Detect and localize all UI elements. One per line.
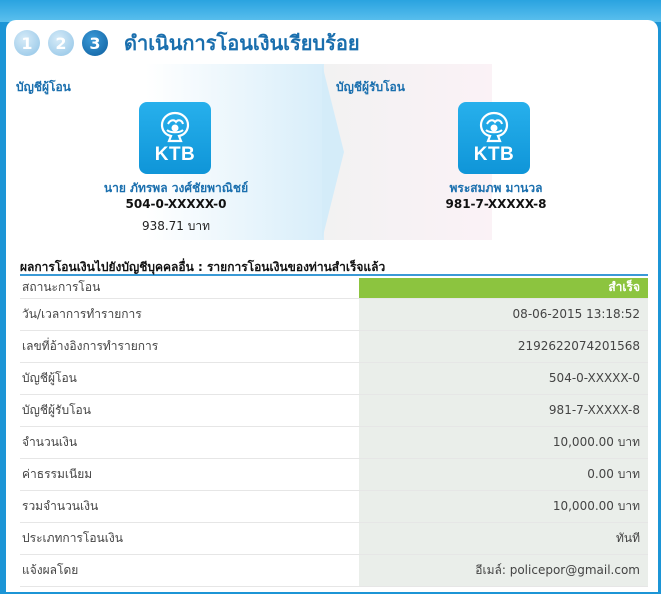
table-row: บัญชีผู้รับโอน 981-7-XXXXX-8 (20, 394, 648, 427)
sender-account: 504-0-XXXXX-0 (125, 197, 227, 211)
ktb-logo-icon: KTB (458, 102, 530, 174)
detail-label: บัญชีผู้โอน (20, 362, 359, 395)
sender-balance: 938.71 บาท (141, 219, 211, 233)
detail-label: เลขที่อ้างอิงการทำรายการ (20, 330, 359, 363)
detail-value: 0.00 บาท (359, 458, 648, 491)
detail-value: 10,000.00 บาท (359, 426, 648, 459)
table-row: เลขที่อ้างอิงการทำรายการ 219262207420156… (20, 330, 648, 363)
step-3: 3 (82, 30, 108, 56)
table-row: บัญชีผู้โอน 504-0-XXXXX-0 (20, 362, 648, 395)
table-row: ประเภทการโอนเงิน ทันที (20, 522, 648, 555)
account-summary: บัญชีผู้โอน KTB นาย ภัทรพล วงศ์ชัยพาณิชย… (6, 64, 658, 240)
detail-value: ทันที (359, 522, 648, 555)
top-bar (0, 0, 661, 22)
step-indicator: 1 2 3 ดำเนินการโอนเงินเรียบร้อย (14, 28, 360, 58)
ktb-bird-icon (160, 111, 190, 143)
table-row: ค่าธรรมเนียม 0.00 บาท (20, 458, 648, 491)
detail-label: จำนวนเงิน (20, 426, 359, 459)
detail-label: แจ้งผลโดย (20, 554, 359, 587)
receiver-name: พระสมภพ มานวล (449, 181, 543, 195)
step-1: 1 (14, 30, 40, 56)
detail-value: 08-06-2015 13:18:52 (359, 298, 648, 331)
status-badge: สำเร็จ (359, 278, 648, 299)
detail-label: วัน/เวลาการทำรายการ (20, 298, 359, 331)
detail-value: อีเมล์: policepor@gmail.com (359, 554, 648, 587)
table-row: รวมจำนวนเงิน 10,000.00 บาท (20, 490, 648, 523)
detail-value: 2192622074201568 (359, 330, 648, 363)
detail-label: สถานะการโอน (20, 278, 359, 299)
sender-name: นาย ภัทรพล วงศ์ชัยพาณิชย์ (103, 181, 249, 195)
detail-value: 10,000.00 บาท (359, 490, 648, 523)
transfer-result-panel: 1 2 3 ดำเนินการโอนเงินเรียบร้อย บัญชีผู้… (6, 20, 658, 592)
table-row: แจ้งผลโดย อีเมล์: policepor@gmail.com (20, 554, 648, 587)
table-row: สถานะการโอน สำเร็จ (20, 278, 648, 299)
result-heading: ผลการโอนเงินไปยังบัญชีบุคคลอื่น : รายการ… (20, 258, 648, 276)
sender-label: บัญชีผู้โอน (16, 80, 71, 94)
sender-bank-code: KTB (154, 144, 196, 165)
ktb-logo-icon: KTB (139, 102, 211, 174)
detail-label: ประเภทการโอนเงิน (20, 522, 359, 555)
table-row: วัน/เวลาการทำรายการ 08-06-2015 13:18:52 (20, 298, 648, 331)
receiver-bank-code: KTB (473, 144, 515, 165)
receiver-label: บัญชีผู้รับโอน (336, 80, 405, 94)
transfer-details-table: สถานะการโอน สำเร็จ วัน/เวลาการทำรายการ 0… (20, 278, 648, 587)
page-title: ดำเนินการโอนเงินเรียบร้อย (124, 31, 360, 55)
detail-label: ค่าธรรมเนียม (20, 458, 359, 491)
detail-value: 981-7-XXXXX-8 (359, 394, 648, 427)
detail-label: รวมจำนวนเงิน (20, 490, 359, 523)
step-2: 2 (48, 30, 74, 56)
detail-value: 504-0-XXXXX-0 (359, 362, 648, 395)
detail-label: บัญชีผู้รับโอน (20, 394, 359, 427)
table-row: จำนวนเงิน 10,000.00 บาท (20, 426, 648, 459)
ktb-bird-icon (479, 111, 509, 143)
receiver-account: 981-7-XXXXX-8 (445, 197, 547, 211)
